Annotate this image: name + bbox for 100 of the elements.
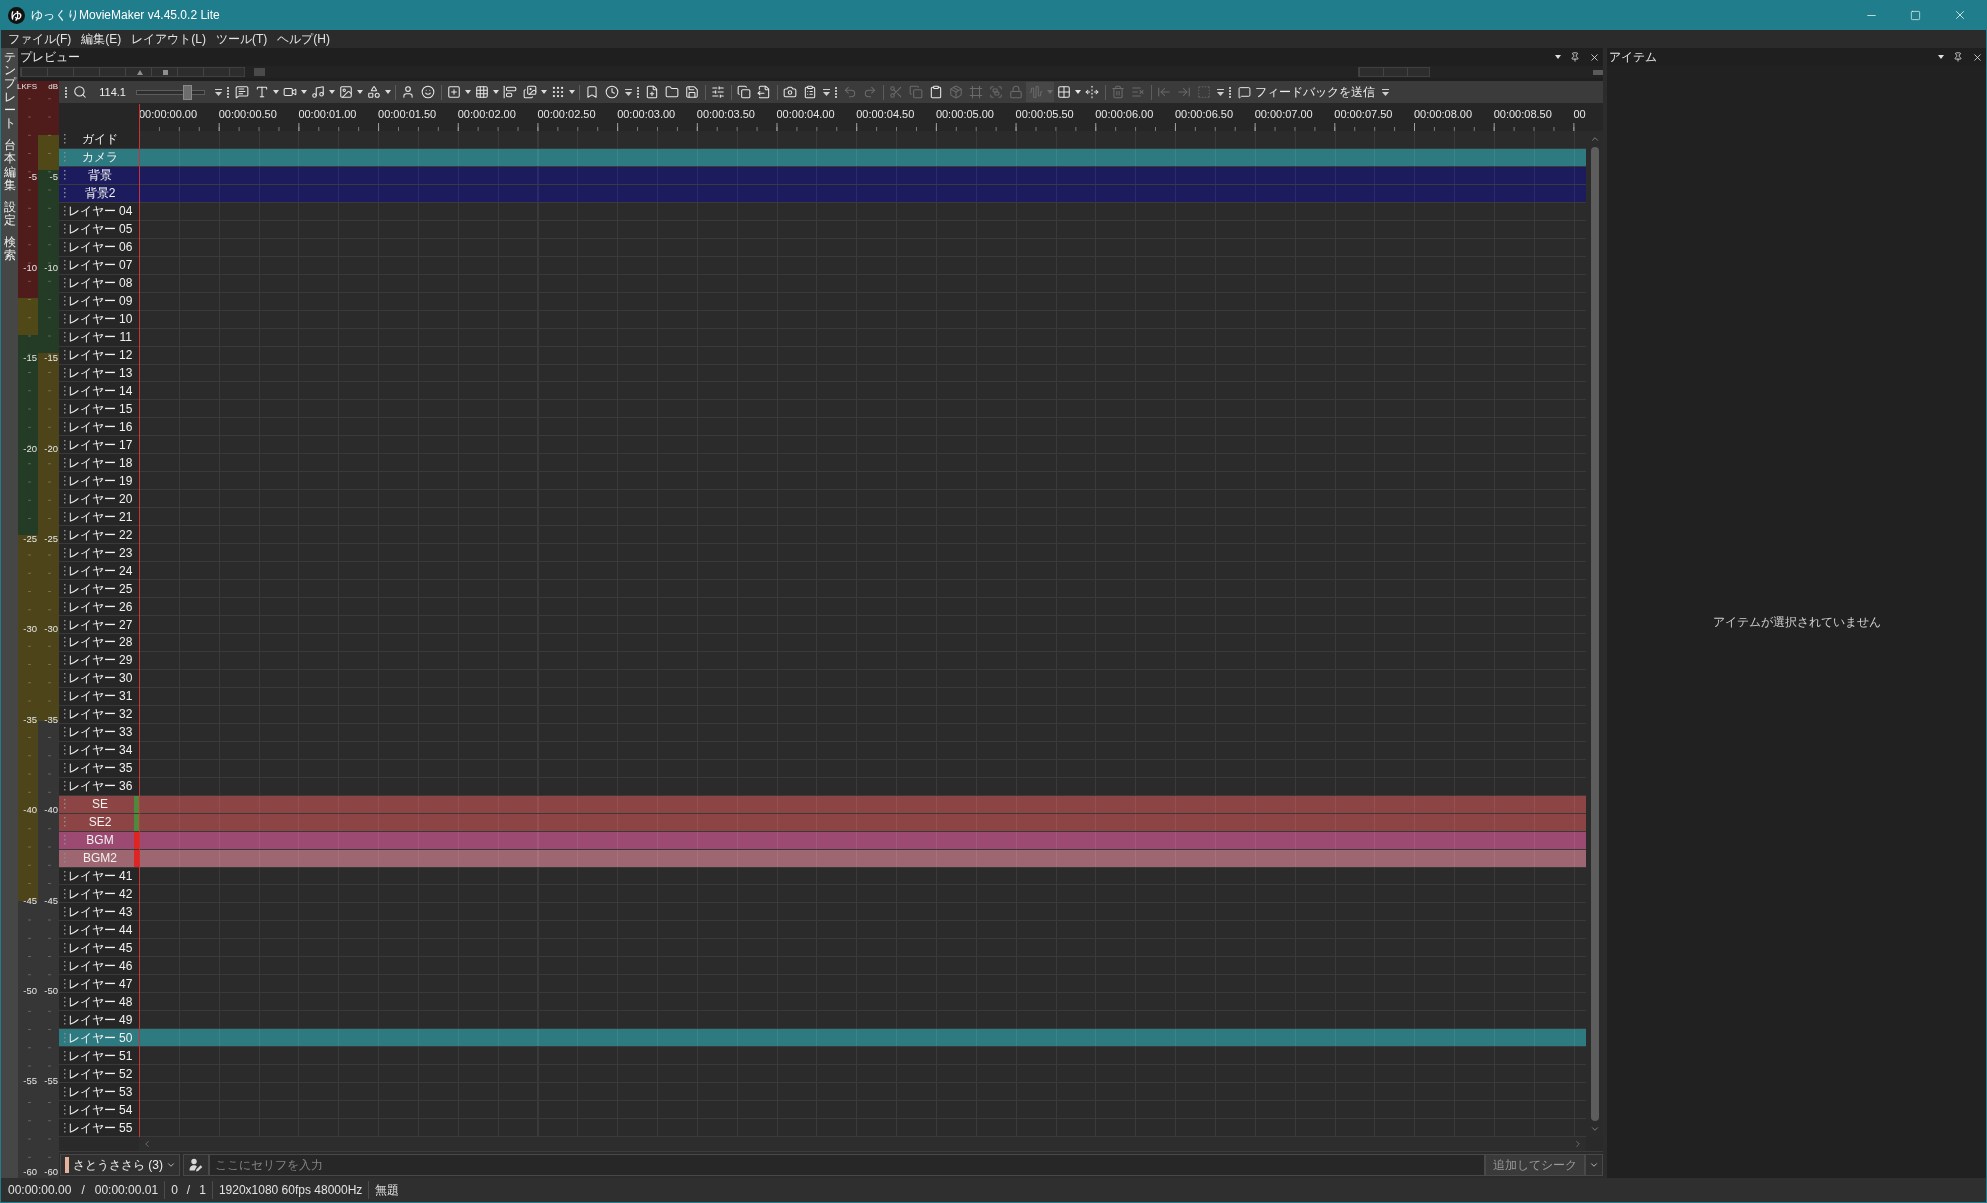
bookmark-icon[interactable]	[585, 85, 599, 99]
save-icon[interactable]	[685, 85, 699, 99]
caret-down-icon[interactable]	[1075, 90, 1081, 94]
pin-icon[interactable]	[1570, 52, 1580, 62]
drag-handle-icon[interactable]	[64, 888, 66, 899]
file-export-icon[interactable]	[757, 85, 771, 99]
clipboard-icon[interactable]	[929, 85, 943, 99]
overflow-icon[interactable]	[1216, 88, 1224, 96]
scroll-down-icon[interactable]	[1589, 1124, 1600, 1134]
drag-handle-icon[interactable]	[64, 475, 66, 486]
caret-down-icon[interactable]	[385, 90, 391, 94]
menu-item[interactable]: 編集(E)	[76, 31, 127, 47]
speech-bubble-icon[interactable]	[235, 85, 249, 99]
image-stack-icon[interactable]	[523, 85, 537, 99]
drag-handle-icon[interactable]	[64, 727, 66, 738]
caret-down-icon[interactable]	[329, 90, 335, 94]
drag-handle-icon[interactable]	[64, 350, 66, 361]
menu-item[interactable]: ヘルプ(H)	[272, 31, 335, 47]
smiley-icon[interactable]	[421, 85, 435, 99]
new-file-icon[interactable]	[645, 85, 659, 99]
drag-handle-icon[interactable]	[64, 817, 66, 828]
voice-settings-button[interactable]	[183, 1154, 209, 1176]
menu-item[interactable]: ツール(T)	[211, 31, 273, 47]
drag-handle-icon[interactable]	[64, 655, 66, 666]
caret-down-icon[interactable]	[493, 90, 499, 94]
character-dropdown[interactable]: さとうささら (3)	[60, 1154, 180, 1176]
maximize-icon[interactable]	[1910, 9, 1921, 21]
drag-handle-icon[interactable]	[64, 799, 66, 810]
drag-handle-icon[interactable]	[64, 403, 66, 414]
side-tab[interactable]: 設定	[3, 200, 16, 228]
clipboard-list-icon[interactable]	[803, 85, 817, 99]
drag-handle-icon[interactable]	[64, 421, 66, 432]
drag-handle-icon[interactable]	[64, 296, 66, 307]
drag-handle-icon[interactable]	[64, 188, 66, 199]
drag-handle-icon[interactable]	[64, 1014, 66, 1025]
drag-handle-icon[interactable]	[64, 924, 66, 935]
person-icon[interactable]	[401, 85, 415, 99]
drag-handle-icon[interactable]	[64, 906, 66, 917]
align-left-icon[interactable]	[503, 85, 517, 99]
pin-icon[interactable]	[1953, 52, 1963, 62]
overflow-icon[interactable]	[624, 88, 632, 96]
drag-handle-icon[interactable]	[64, 1068, 66, 1079]
sliders-icon[interactable]	[711, 85, 725, 99]
scroll-up-icon[interactable]	[1589, 134, 1600, 144]
video-camera-icon[interactable]	[283, 85, 297, 99]
caret-down-icon[interactable]	[1555, 55, 1561, 59]
drag-handle-icon[interactable]	[64, 781, 66, 792]
grid-icon[interactable]	[1057, 85, 1071, 99]
drag-handle-icon[interactable]	[64, 278, 66, 289]
close-icon[interactable]	[1589, 51, 1600, 63]
drag-handle-icon[interactable]	[64, 835, 66, 846]
music-note-icon[interactable]	[311, 85, 325, 99]
layer-header[interactable]: レイヤー 50	[59, 1029, 139, 1048]
drag-handle-icon[interactable]	[64, 871, 66, 881]
folder-icon[interactable]	[665, 85, 679, 99]
drag-handle-icon[interactable]	[64, 134, 66, 145]
caret-down-icon[interactable]	[273, 90, 279, 94]
drag-handle-icon[interactable]	[64, 601, 66, 612]
caret-down-icon[interactable]	[301, 90, 307, 94]
triangle-up-icon[interactable]	[137, 69, 143, 75]
drag-handle-icon[interactable]	[64, 565, 66, 576]
drag-handle-icon[interactable]	[64, 260, 66, 271]
square-plus-icon[interactable]	[447, 85, 461, 99]
drag-handle-icon[interactable]	[64, 996, 66, 1007]
drag-handle-icon[interactable]	[64, 709, 66, 720]
drag-handle-icon[interactable]	[64, 547, 66, 558]
arrows-apart-icon[interactable]	[1085, 85, 1099, 99]
drag-handle-icon[interactable]	[64, 673, 66, 684]
drag-handle-icon[interactable]	[64, 691, 66, 702]
drag-handle-icon[interactable]	[64, 583, 66, 594]
drag-handle-icon[interactable]	[64, 1050, 66, 1061]
close-icon[interactable]	[1972, 51, 1983, 63]
overflow-icon[interactable]	[822, 88, 830, 96]
drag-handle-icon[interactable]	[64, 745, 66, 756]
drag-handle-icon[interactable]	[64, 493, 66, 504]
side-tab[interactable]: 検索	[3, 236, 16, 263]
magnifier-icon[interactable]	[73, 85, 87, 99]
drag-handle-icon[interactable]	[64, 511, 66, 522]
caret-down-icon[interactable]	[569, 90, 575, 94]
drag-handle-icon[interactable]	[64, 1122, 66, 1133]
menu-item[interactable]: レイアウト(L)	[126, 31, 211, 47]
text-icon[interactable]	[255, 85, 269, 99]
drag-handle-icon[interactable]	[64, 960, 66, 971]
drag-handle-icon[interactable]	[64, 1086, 66, 1097]
side-tab[interactable]: テンプレート	[3, 51, 16, 131]
drag-handle-icon[interactable]	[64, 978, 66, 989]
image-icon[interactable]	[339, 85, 353, 99]
drag-handle-icon[interactable]	[64, 763, 66, 774]
layer-header[interactable]: ガイド	[59, 131, 139, 149]
caret-down-icon[interactable]	[1938, 55, 1944, 59]
feedback-button[interactable]: フィードバックを送信	[1236, 82, 1377, 102]
drag-handle-icon[interactable]	[64, 314, 66, 325]
drag-handle-icon[interactable]	[64, 242, 66, 253]
drag-handle-icon[interactable]	[64, 170, 66, 181]
drag-handle-icon[interactable]	[64, 1104, 66, 1115]
grid-pattern-icon[interactable]	[475, 85, 489, 99]
drag-handle-icon[interactable]	[64, 439, 66, 450]
shapes-icon[interactable]	[367, 85, 381, 99]
slider-thumb[interactable]	[183, 84, 193, 100]
drag-handle-icon[interactable]	[64, 942, 66, 953]
